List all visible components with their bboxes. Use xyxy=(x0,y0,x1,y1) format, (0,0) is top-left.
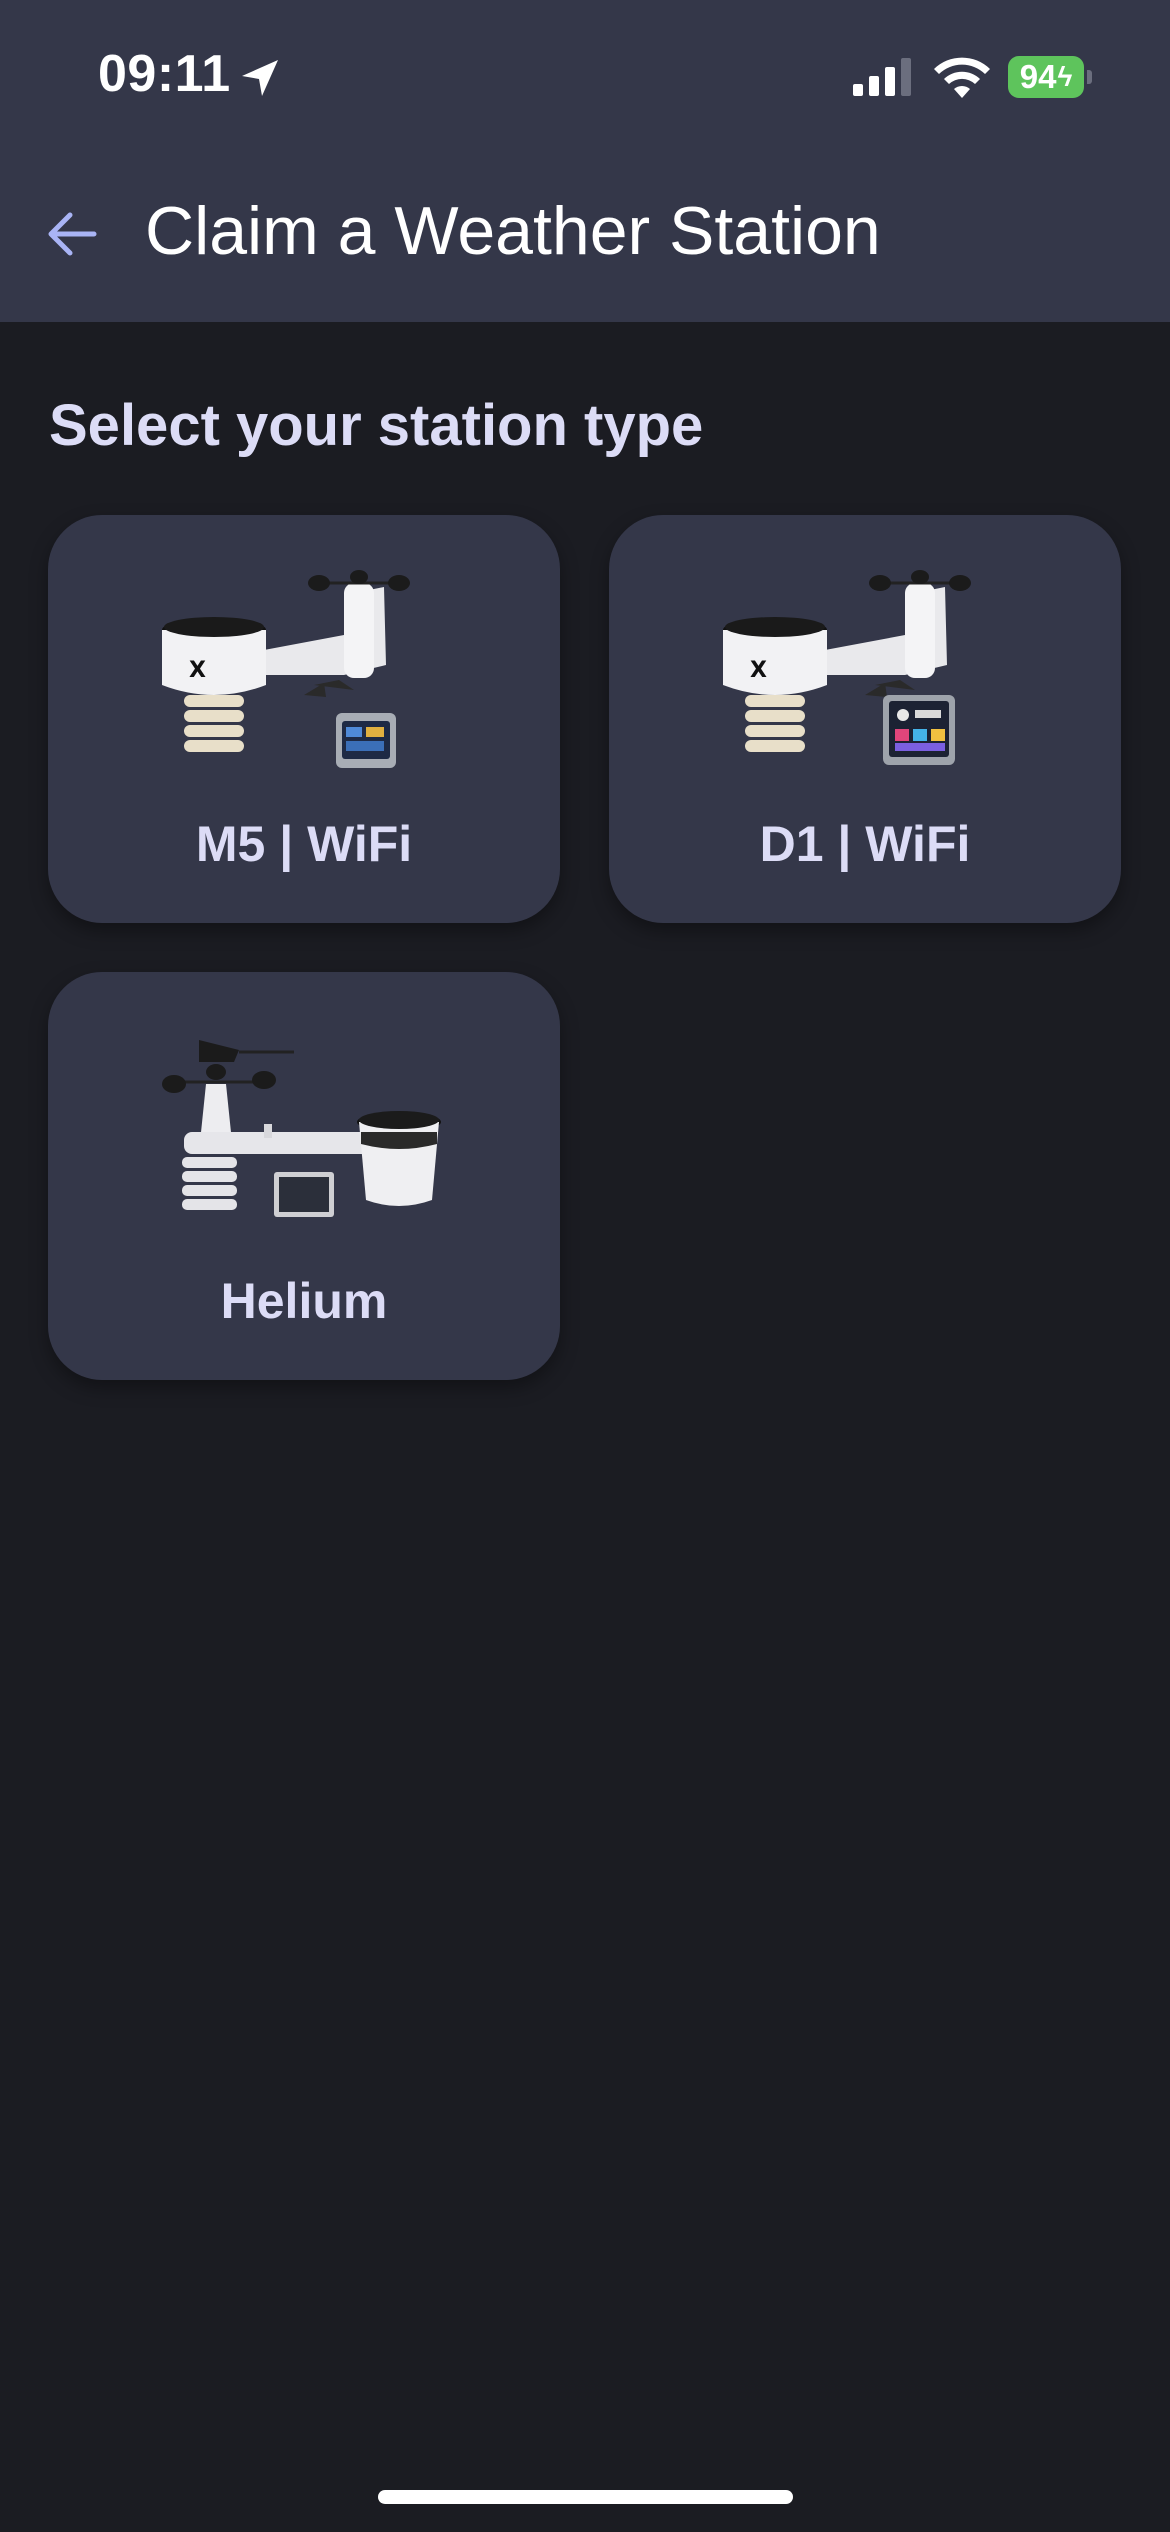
battery-body: 94 ϟ xyxy=(1008,56,1084,98)
station-card-d1-wifi[interactable]: X D1 | WiFi xyxy=(609,515,1121,923)
app-header: Claim a Weather Station xyxy=(0,180,1170,290)
battery-charging-icon: 94 ϟ xyxy=(1008,56,1094,98)
arrow-left-icon xyxy=(48,212,97,256)
location-arrow-icon xyxy=(242,60,278,96)
weather-station-with-color-display-image: X xyxy=(723,570,971,765)
claim-station-screen: 09:11 94 ϟ Claim a Weather Station Selec… xyxy=(0,0,1170,2532)
station-card-label: Helium xyxy=(220,1273,388,1329)
status-time: 09:11 xyxy=(98,45,231,103)
status-bar: 09:11 94 ϟ xyxy=(0,0,1170,150)
svg-text:X: X xyxy=(189,658,206,683)
station-card-label: M5 | WiFi xyxy=(195,816,413,872)
station-card-label: D1 | WiFi xyxy=(759,816,971,872)
station-card-m5-wifi[interactable]: X M5 | WiFi xyxy=(48,515,560,923)
bolt-icon: ϟ xyxy=(1057,61,1073,92)
cellular-signal-icon xyxy=(853,58,911,96)
station-card-helium[interactable]: Helium xyxy=(48,972,560,1380)
battery-tip xyxy=(1087,70,1092,84)
back-button[interactable] xyxy=(40,202,104,266)
svg-text:X: X xyxy=(750,658,767,683)
weather-station-with-solar-panel-image xyxy=(162,1040,441,1217)
section-title: Select your station type xyxy=(49,393,704,458)
wifi-icon xyxy=(934,57,990,98)
page-title: Claim a Weather Station xyxy=(145,193,881,269)
weather-station-with-small-display-image: X xyxy=(162,570,410,768)
top-bar: 09:11 94 ϟ Claim a Weather Station xyxy=(0,0,1170,322)
battery-level: 94 xyxy=(1019,58,1057,95)
home-indicator[interactable] xyxy=(378,2490,793,2504)
